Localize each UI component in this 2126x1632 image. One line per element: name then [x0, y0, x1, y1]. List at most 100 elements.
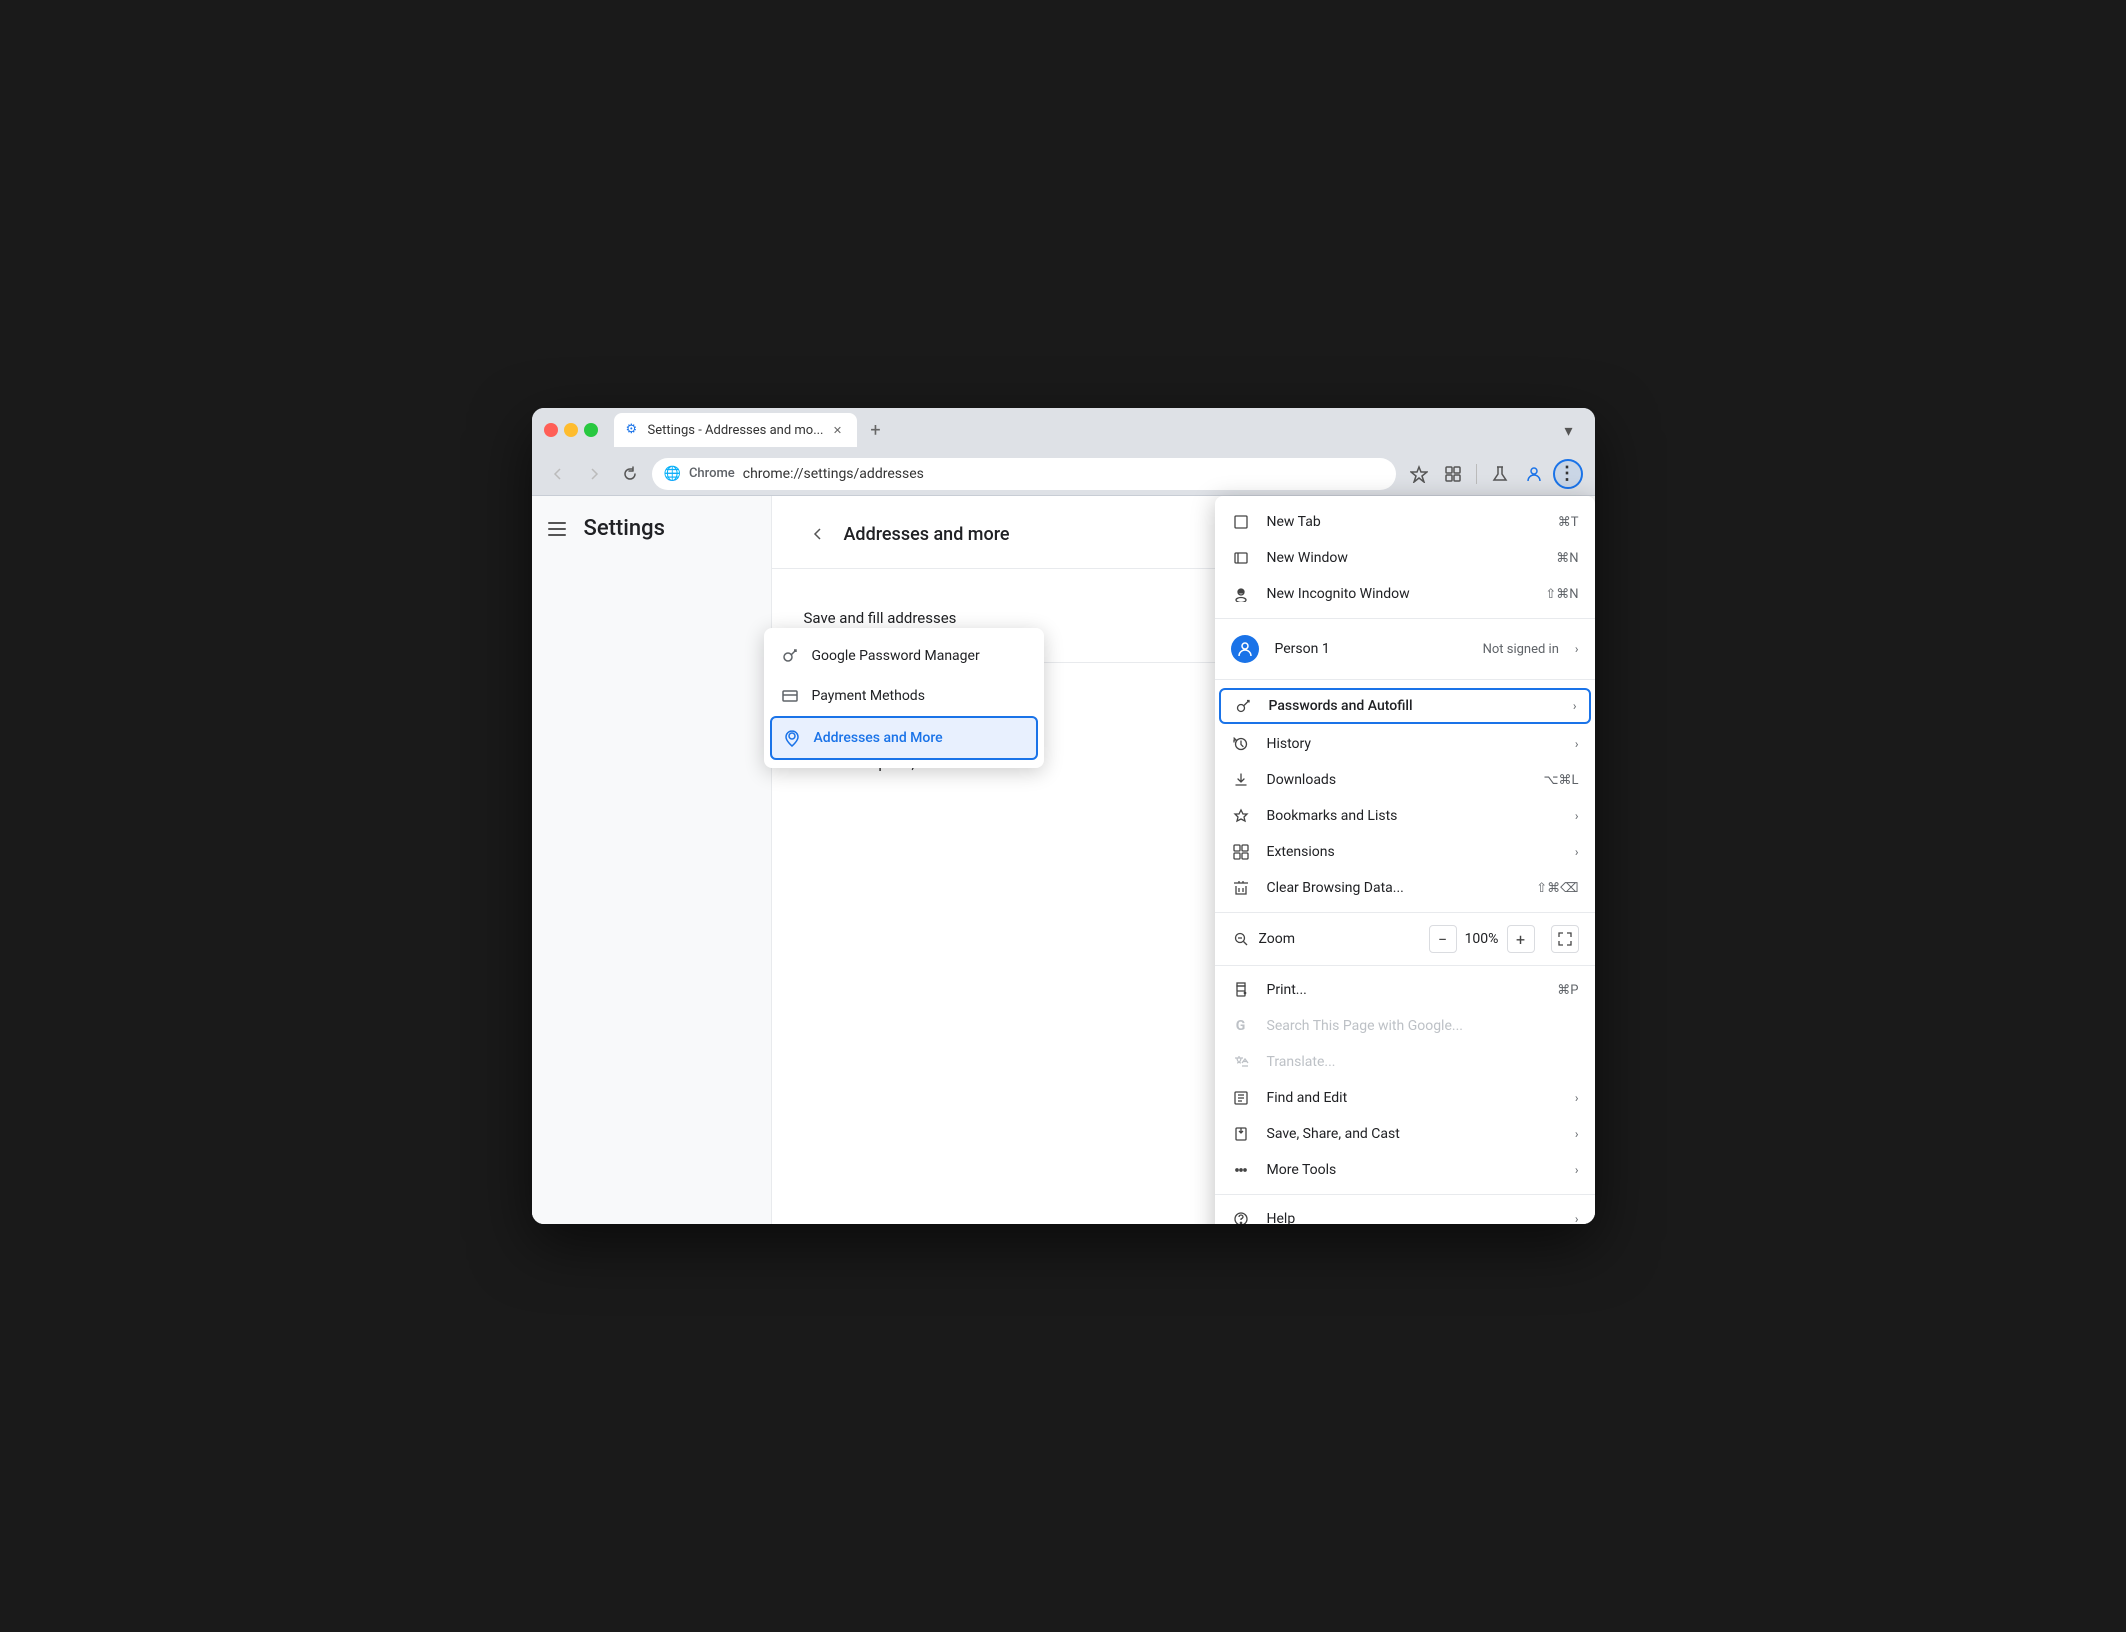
- menu-item-passwords-autofill[interactable]: Passwords and Autofill ›: [1219, 688, 1591, 724]
- extensions-puzzle-button[interactable]: [1438, 459, 1468, 489]
- find-edit-chevron-icon: ›: [1575, 1091, 1579, 1105]
- menu-item-new-tab[interactable]: New Tab ⌘T: [1215, 504, 1595, 540]
- menu-item-history[interactable]: History ›: [1215, 726, 1595, 762]
- location-pin-icon: [782, 728, 802, 748]
- close-button[interactable]: [544, 423, 558, 437]
- address-bar[interactable]: 🌐 Chrome chrome://settings/addresses: [652, 458, 1396, 490]
- tab-title: Settings - Addresses and mo...: [648, 423, 824, 438]
- person-chevron-icon: ›: [1575, 642, 1579, 656]
- translate-label: Translate...: [1267, 1054, 1579, 1070]
- help-label: Help: [1267, 1211, 1559, 1224]
- clear-browsing-shortcut: ⇧⌘⌫: [1536, 881, 1578, 896]
- incognito-icon: [1231, 584, 1251, 604]
- zoom-label: Zoom: [1259, 931, 1421, 947]
- title-bar-controls: ▾: [1555, 416, 1583, 444]
- key-icon: [780, 646, 800, 666]
- lab-icon-button[interactable]: [1485, 459, 1515, 489]
- menu-item-clear-browsing[interactable]: Clear Browsing Data... ⇧⌘⌫: [1215, 870, 1595, 906]
- submenu-password-label: Google Password Manager: [812, 648, 980, 664]
- menu-divider-2: [1215, 679, 1595, 680]
- zoom-minus-button[interactable]: −: [1429, 925, 1457, 953]
- title-bar: ⚙ Settings - Addresses and mo... ✕ + ▾: [532, 408, 1595, 452]
- traffic-lights: [544, 423, 598, 437]
- passwords-submenu: Google Password Manager Payment Methods …: [764, 628, 1044, 768]
- reload-button[interactable]: [616, 460, 644, 488]
- incognito-shortcut: ⇧⌘N: [1545, 587, 1578, 602]
- zoom-plus-button[interactable]: +: [1507, 925, 1535, 953]
- submenu-item-password-manager[interactable]: Google Password Manager: [764, 636, 1044, 676]
- tab-favicon-icon: ⚙: [626, 422, 642, 438]
- menu-item-extensions[interactable]: Extensions ›: [1215, 834, 1595, 870]
- new-window-label: New Window: [1267, 550, 1541, 566]
- extensions-label: Extensions: [1267, 844, 1559, 860]
- person-name: Person 1: [1275, 641, 1467, 657]
- new-tab-button[interactable]: +: [861, 416, 889, 444]
- page-back-button[interactable]: [804, 520, 832, 548]
- credit-card-icon: [780, 686, 800, 706]
- toolbar-divider: [1476, 464, 1477, 484]
- zoom-control: Zoom − 100% +: [1215, 919, 1595, 959]
- new-tab-label: New Tab: [1267, 514, 1542, 530]
- more-tools-chevron-icon: ›: [1575, 1163, 1579, 1177]
- new-tab-icon: [1231, 512, 1251, 532]
- search-page-label: Search This Page with Google...: [1267, 1018, 1579, 1034]
- profile-button[interactable]: [1519, 459, 1549, 489]
- chrome-menu-button[interactable]: ⋮: [1553, 459, 1583, 489]
- submenu-item-payment-methods[interactable]: Payment Methods: [764, 676, 1044, 716]
- menu-item-find-edit[interactable]: Find and Edit ›: [1215, 1080, 1595, 1116]
- minimize-button[interactable]: [564, 423, 578, 437]
- forward-button[interactable]: [580, 460, 608, 488]
- toolbar-icons: ⋮: [1404, 459, 1583, 489]
- menu-divider-3: [1215, 912, 1595, 913]
- more-tools-label: More Tools: [1267, 1162, 1559, 1178]
- menu-divider-1: [1215, 618, 1595, 619]
- menu-item-save-share[interactable]: Save, Share, and Cast ›: [1215, 1116, 1595, 1152]
- find-edit-icon: [1231, 1088, 1251, 1108]
- tab-close-button[interactable]: ✕: [829, 422, 845, 438]
- menu-item-help[interactable]: Help ›: [1215, 1201, 1595, 1224]
- print-icon: [1231, 980, 1251, 1000]
- menu-item-bookmarks[interactable]: Bookmarks and Lists ›: [1215, 798, 1595, 834]
- menu-item-incognito[interactable]: New Incognito Window ⇧⌘N: [1215, 576, 1595, 612]
- bookmark-star-button[interactable]: [1404, 459, 1434, 489]
- submenu-item-addresses[interactable]: Addresses and More: [770, 716, 1038, 760]
- submenu-payment-label: Payment Methods: [812, 688, 925, 704]
- google-g-icon: G: [1231, 1016, 1251, 1036]
- save-share-icon: [1231, 1124, 1251, 1144]
- menu-item-print[interactable]: Print... ⌘P: [1215, 972, 1595, 1008]
- save-share-label: Save, Share, and Cast: [1267, 1126, 1559, 1142]
- save-share-chevron-icon: ›: [1575, 1127, 1579, 1141]
- menu-item-more-tools[interactable]: More Tools ›: [1215, 1152, 1595, 1188]
- fullscreen-button[interactable]: [1551, 925, 1579, 953]
- zoom-controls: − 100% +: [1429, 925, 1535, 953]
- passwords-autofill-label: Passwords and Autofill: [1269, 698, 1557, 714]
- menu-item-translate: Translate...: [1215, 1044, 1595, 1080]
- browser-window: ⚙ Settings - Addresses and mo... ✕ + ▾: [532, 408, 1595, 1224]
- menu-item-new-window[interactable]: New Window ⌘N: [1215, 540, 1595, 576]
- new-window-shortcut: ⌘N: [1556, 551, 1578, 566]
- active-tab[interactable]: ⚙ Settings - Addresses and mo... ✕: [614, 413, 858, 447]
- find-edit-label: Find and Edit: [1267, 1090, 1559, 1106]
- bookmarks-chevron-icon: ›: [1575, 809, 1579, 823]
- back-button[interactable]: [544, 460, 572, 488]
- menu-item-downloads[interactable]: Downloads ⌥⌘L: [1215, 762, 1595, 798]
- chevron-down-icon[interactable]: ▾: [1555, 416, 1583, 444]
- menu-divider-5: [1215, 1194, 1595, 1195]
- address-prefix: Chrome: [689, 466, 735, 481]
- hamburger-menu-icon[interactable]: [548, 517, 572, 541]
- menu-item-search-page: G Search This Page with Google...: [1215, 1008, 1595, 1044]
- help-chevron-icon: ›: [1575, 1212, 1579, 1224]
- new-tab-shortcut: ⌘T: [1558, 515, 1579, 530]
- downloads-icon: [1231, 770, 1251, 790]
- person-status: Not signed in: [1483, 642, 1559, 657]
- settings-title-row: Settings: [532, 516, 771, 561]
- downloads-label: Downloads: [1267, 772, 1528, 788]
- clear-data-icon: [1231, 878, 1251, 898]
- translate-icon: [1231, 1052, 1251, 1072]
- maximize-button[interactable]: [584, 423, 598, 437]
- print-shortcut: ⌘P: [1557, 983, 1578, 998]
- person-item[interactable]: Person 1 Not signed in ›: [1215, 625, 1595, 673]
- tab-bar: ⚙ Settings - Addresses and mo... ✕ +: [614, 413, 1547, 447]
- menu-divider-4: [1215, 965, 1595, 966]
- downloads-shortcut: ⌥⌘L: [1544, 773, 1579, 788]
